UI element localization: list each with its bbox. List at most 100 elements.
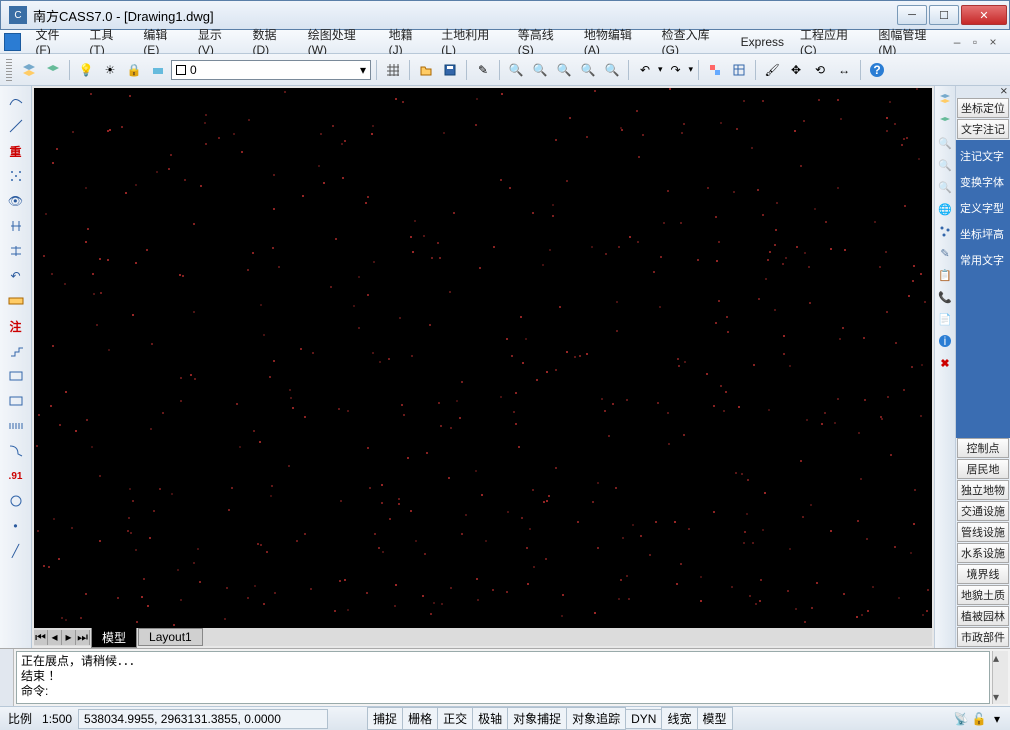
tool-htrim-icon[interactable] — [4, 240, 28, 262]
minimize-button[interactable]: ─ — [897, 5, 927, 25]
tool-annotate-icon[interactable]: 注 — [4, 315, 28, 337]
layers-icon[interactable] — [18, 59, 40, 81]
rb-anno-text[interactable]: 注记文字 — [956, 143, 1010, 169]
tab-model[interactable]: 模型 — [91, 627, 137, 648]
doc-minimize-icon[interactable]: – — [950, 35, 964, 49]
props-icon[interactable] — [728, 59, 750, 81]
toggle-otrack[interactable]: 对象追踪 — [566, 707, 626, 730]
tool-line-icon[interactable] — [4, 115, 28, 137]
tool-grid-snap-icon[interactable] — [4, 165, 28, 187]
toggle-lwt[interactable]: 线宽 — [661, 707, 697, 730]
pencil-icon[interactable]: ✎ — [472, 59, 494, 81]
tab-first-icon[interactable]: ⏮ — [34, 630, 48, 645]
move-icon[interactable]: ✥ — [785, 59, 807, 81]
rbtn-vegetation[interactable]: 植被园林 — [957, 606, 1009, 626]
tool-curve-icon[interactable] — [4, 90, 28, 112]
zoom-window-icon[interactable]: 🔍 — [529, 59, 551, 81]
toggle-grid[interactable]: 栅格 — [402, 707, 438, 730]
rotate-icon[interactable]: ⟲ — [809, 59, 831, 81]
redo-drop-icon[interactable]: ▾ — [689, 64, 694, 75]
tool-step-icon[interactable] — [4, 340, 28, 362]
tab-layout1[interactable]: Layout1 — [138, 628, 203, 646]
redo-icon[interactable]: ↷ — [665, 59, 687, 81]
drawing-canvas[interactable] — [34, 88, 932, 628]
toggle-dyn[interactable]: DYN — [625, 709, 662, 729]
tool-elev-icon[interactable]: .91 — [4, 465, 28, 487]
dimension-icon[interactable]: ↔ — [833, 59, 855, 81]
r-delete-icon[interactable]: ✖ — [936, 354, 954, 372]
tab-prev-icon[interactable]: ◂ — [48, 630, 62, 645]
rbtn-boundary[interactable]: 境界线 — [957, 564, 1009, 584]
rbtn-independent[interactable]: 独立地物 — [957, 480, 1009, 500]
rbtn-terrain[interactable]: 地貌土质 — [957, 585, 1009, 605]
tool-point-icon[interactable]: • — [4, 515, 28, 537]
tool-segment-icon[interactable]: ╱ — [4, 540, 28, 562]
rb-common-text[interactable]: 常用文字 — [956, 247, 1010, 273]
rbtn-control[interactable]: 控制点 — [957, 438, 1009, 458]
rbtn-pipeline[interactable]: 管线设施 — [957, 522, 1009, 542]
rb-coord-elev[interactable]: 坐标坪高 — [956, 221, 1010, 247]
grid-icon[interactable] — [382, 59, 404, 81]
rbtn-water[interactable]: 水系设施 — [957, 543, 1009, 563]
zoom-realtime-icon[interactable]: 🔍 — [601, 59, 623, 81]
bulb-on-icon[interactable]: 💡 — [75, 59, 97, 81]
r-zoom2-icon[interactable]: 🔍 — [936, 156, 954, 174]
r-layers-icon[interactable] — [936, 90, 954, 108]
lock-status-icon[interactable]: 🔓 — [970, 710, 988, 728]
tray-chevron-icon[interactable]: ▾ — [988, 710, 1006, 728]
r-zoom1-icon[interactable]: 🔍 — [936, 134, 954, 152]
rbtn-municipal[interactable]: 市政部件 — [957, 627, 1009, 647]
tool-redraw-icon[interactable]: 重 — [4, 140, 28, 162]
comm-icon[interactable]: 📡 — [952, 710, 970, 728]
toggle-snap[interactable]: 捕捉 — [367, 707, 403, 730]
rbtn-text-annotate[interactable]: 文字注记 — [957, 119, 1009, 139]
brush-icon[interactable]: 🖌 — [761, 59, 783, 81]
tool-view-icon[interactable]: 👁 — [4, 190, 28, 212]
tab-last-icon[interactable]: ⏭ — [76, 630, 90, 645]
r-pencil-icon[interactable]: ✎ — [936, 244, 954, 262]
tool-circle-icon[interactable] — [4, 490, 28, 512]
cmd-scrollbar[interactable]: ▴▾ — [992, 651, 1008, 704]
r-phone-icon[interactable]: 📞 — [936, 288, 954, 306]
menu-express[interactable]: Express — [733, 32, 792, 52]
maximize-button[interactable]: ☐ — [929, 5, 959, 25]
r-doc-icon[interactable]: 📄 — [936, 310, 954, 328]
r-clipboard-icon[interactable]: 📋 — [936, 266, 954, 284]
undo-drop-icon[interactable]: ▾ — [658, 64, 663, 75]
cmd-grip-icon[interactable] — [0, 649, 14, 706]
r-info-icon[interactable]: i — [936, 332, 954, 350]
toggle-model[interactable]: 模型 — [697, 707, 733, 730]
toggle-ortho[interactable]: 正交 — [437, 707, 473, 730]
layer-props-icon[interactable] — [42, 59, 64, 81]
tool-rect2-icon[interactable] — [4, 390, 28, 412]
layer-stack-icon[interactable] — [147, 59, 169, 81]
zoom-in-icon[interactable]: 🔍 — [553, 59, 575, 81]
rb-def-style[interactable]: 定义字型 — [956, 195, 1010, 221]
r-global-icon[interactable]: 🌐 — [936, 200, 954, 218]
zoom-prev-icon[interactable]: 🔍 — [577, 59, 599, 81]
toggle-polar[interactable]: 极轴 — [472, 707, 508, 730]
zoom-ext-icon[interactable]: 🔍 — [505, 59, 527, 81]
layer-combo[interactable]: 0 ▾ — [171, 60, 371, 80]
doc-close-icon[interactable]: × — [986, 35, 1000, 49]
r-points-icon[interactable] — [936, 222, 954, 240]
grip-icon[interactable] — [6, 59, 12, 81]
open-icon[interactable] — [415, 59, 437, 81]
command-text[interactable]: 正在展点，请稍候．．． 结束 ！ 命令: — [16, 651, 990, 704]
rbtn-coord-locate[interactable]: 坐标定位 — [957, 98, 1009, 118]
tool-rect-icon[interactable] — [4, 365, 28, 387]
tool-ruler-icon[interactable] — [4, 290, 28, 312]
panel-close-icon[interactable]: ⨯ — [956, 86, 1010, 98]
help-icon[interactable]: ? — [866, 59, 888, 81]
tool-vtrim-icon[interactable] — [4, 215, 28, 237]
r-zoom3-icon[interactable]: 🔍 — [936, 178, 954, 196]
tool-curve2-icon[interactable] — [4, 440, 28, 462]
doc-restore-icon[interactable]: ▫ — [968, 35, 982, 49]
close-button[interactable]: ✕ — [961, 5, 1007, 25]
tool-undo2-icon[interactable]: ↶ — [4, 265, 28, 287]
undo-icon[interactable]: ↶ — [634, 59, 656, 81]
rbtn-traffic[interactable]: 交通设施 — [957, 501, 1009, 521]
toggle-osnap[interactable]: 对象捕捉 — [507, 707, 567, 730]
save-icon[interactable] — [439, 59, 461, 81]
rb-change-font[interactable]: 变换字体 — [956, 169, 1010, 195]
